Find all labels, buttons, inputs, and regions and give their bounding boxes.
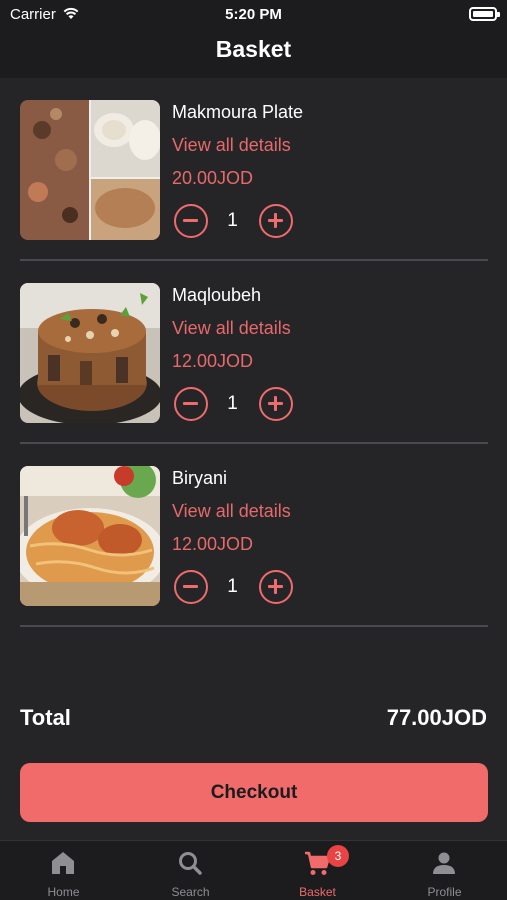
basket-item: Makmoura Plate View all details 20.00JOD…: [20, 78, 488, 261]
basket-list: Makmoura Plate View all details 20.00JOD…: [0, 78, 507, 840]
tab-search-label: Search: [171, 885, 210, 899]
tab-profile[interactable]: Profile: [381, 841, 507, 900]
tab-home-label: Home: [47, 885, 80, 899]
status-bar: Carrier 5:20 PM: [0, 0, 507, 30]
item-image-biryani[interactable]: [20, 466, 160, 606]
minus-icon: [183, 402, 198, 405]
increase-quantity-button[interactable]: [259, 570, 293, 604]
tab-basket-label: Basket: [299, 885, 336, 899]
total-label: Total: [20, 705, 71, 730]
increase-quantity-button[interactable]: [259, 387, 293, 421]
minus-icon: [183, 219, 198, 222]
tab-home[interactable]: Home: [0, 841, 127, 900]
item-quantity: 1: [227, 210, 238, 231]
decrease-quantity-button[interactable]: [174, 570, 208, 604]
item-name: Maqloubeh: [172, 285, 262, 305]
item-quantity: 1: [227, 576, 238, 597]
item-name: Makmoura Plate: [172, 102, 304, 122]
tab-search[interactable]: Search: [127, 841, 254, 900]
minus-icon: [183, 585, 198, 588]
decrease-quantity-button[interactable]: [174, 204, 208, 238]
item-image-maqloubeh[interactable]: [20, 283, 160, 423]
tab-profile-label: Profile: [427, 885, 462, 899]
basket-item: Maqloubeh View all details 12.00JOD 1: [20, 261, 488, 444]
item-name: Biryani: [172, 468, 228, 488]
view-details-link[interactable]: View all details: [172, 318, 291, 339]
page-title: Basket: [215, 36, 292, 62]
tab-basket[interactable]: 3 Basket: [254, 841, 381, 900]
item-price: 12.00JOD: [172, 534, 254, 554]
decrease-quantity-button[interactable]: [174, 387, 208, 421]
basket-item: Biryani View all details 12.00JOD 1: [20, 444, 488, 627]
search-icon: [179, 852, 202, 875]
checkout-button[interactable]: Checkout: [20, 763, 488, 822]
home-icon: [52, 852, 74, 874]
increase-quantity-button[interactable]: [259, 204, 293, 238]
person-icon: [433, 852, 455, 874]
item-price: 12.00JOD: [172, 351, 254, 371]
status-time: 5:20 PM: [225, 6, 282, 23]
item-price: 20.00JOD: [172, 168, 254, 188]
battery-icon: [469, 7, 500, 21]
view-details-link[interactable]: View all details: [172, 501, 291, 522]
total-value: 77.00JOD: [386, 705, 487, 730]
navigation-bar: Basket: [0, 30, 507, 78]
view-details-link[interactable]: View all details: [172, 135, 291, 156]
tab-bar: Home Search 3 Basket Profile: [0, 840, 507, 900]
basket-count-badge: 3: [327, 845, 349, 867]
item-image-makmoura[interactable]: [20, 100, 160, 240]
item-quantity: 1: [227, 393, 238, 414]
